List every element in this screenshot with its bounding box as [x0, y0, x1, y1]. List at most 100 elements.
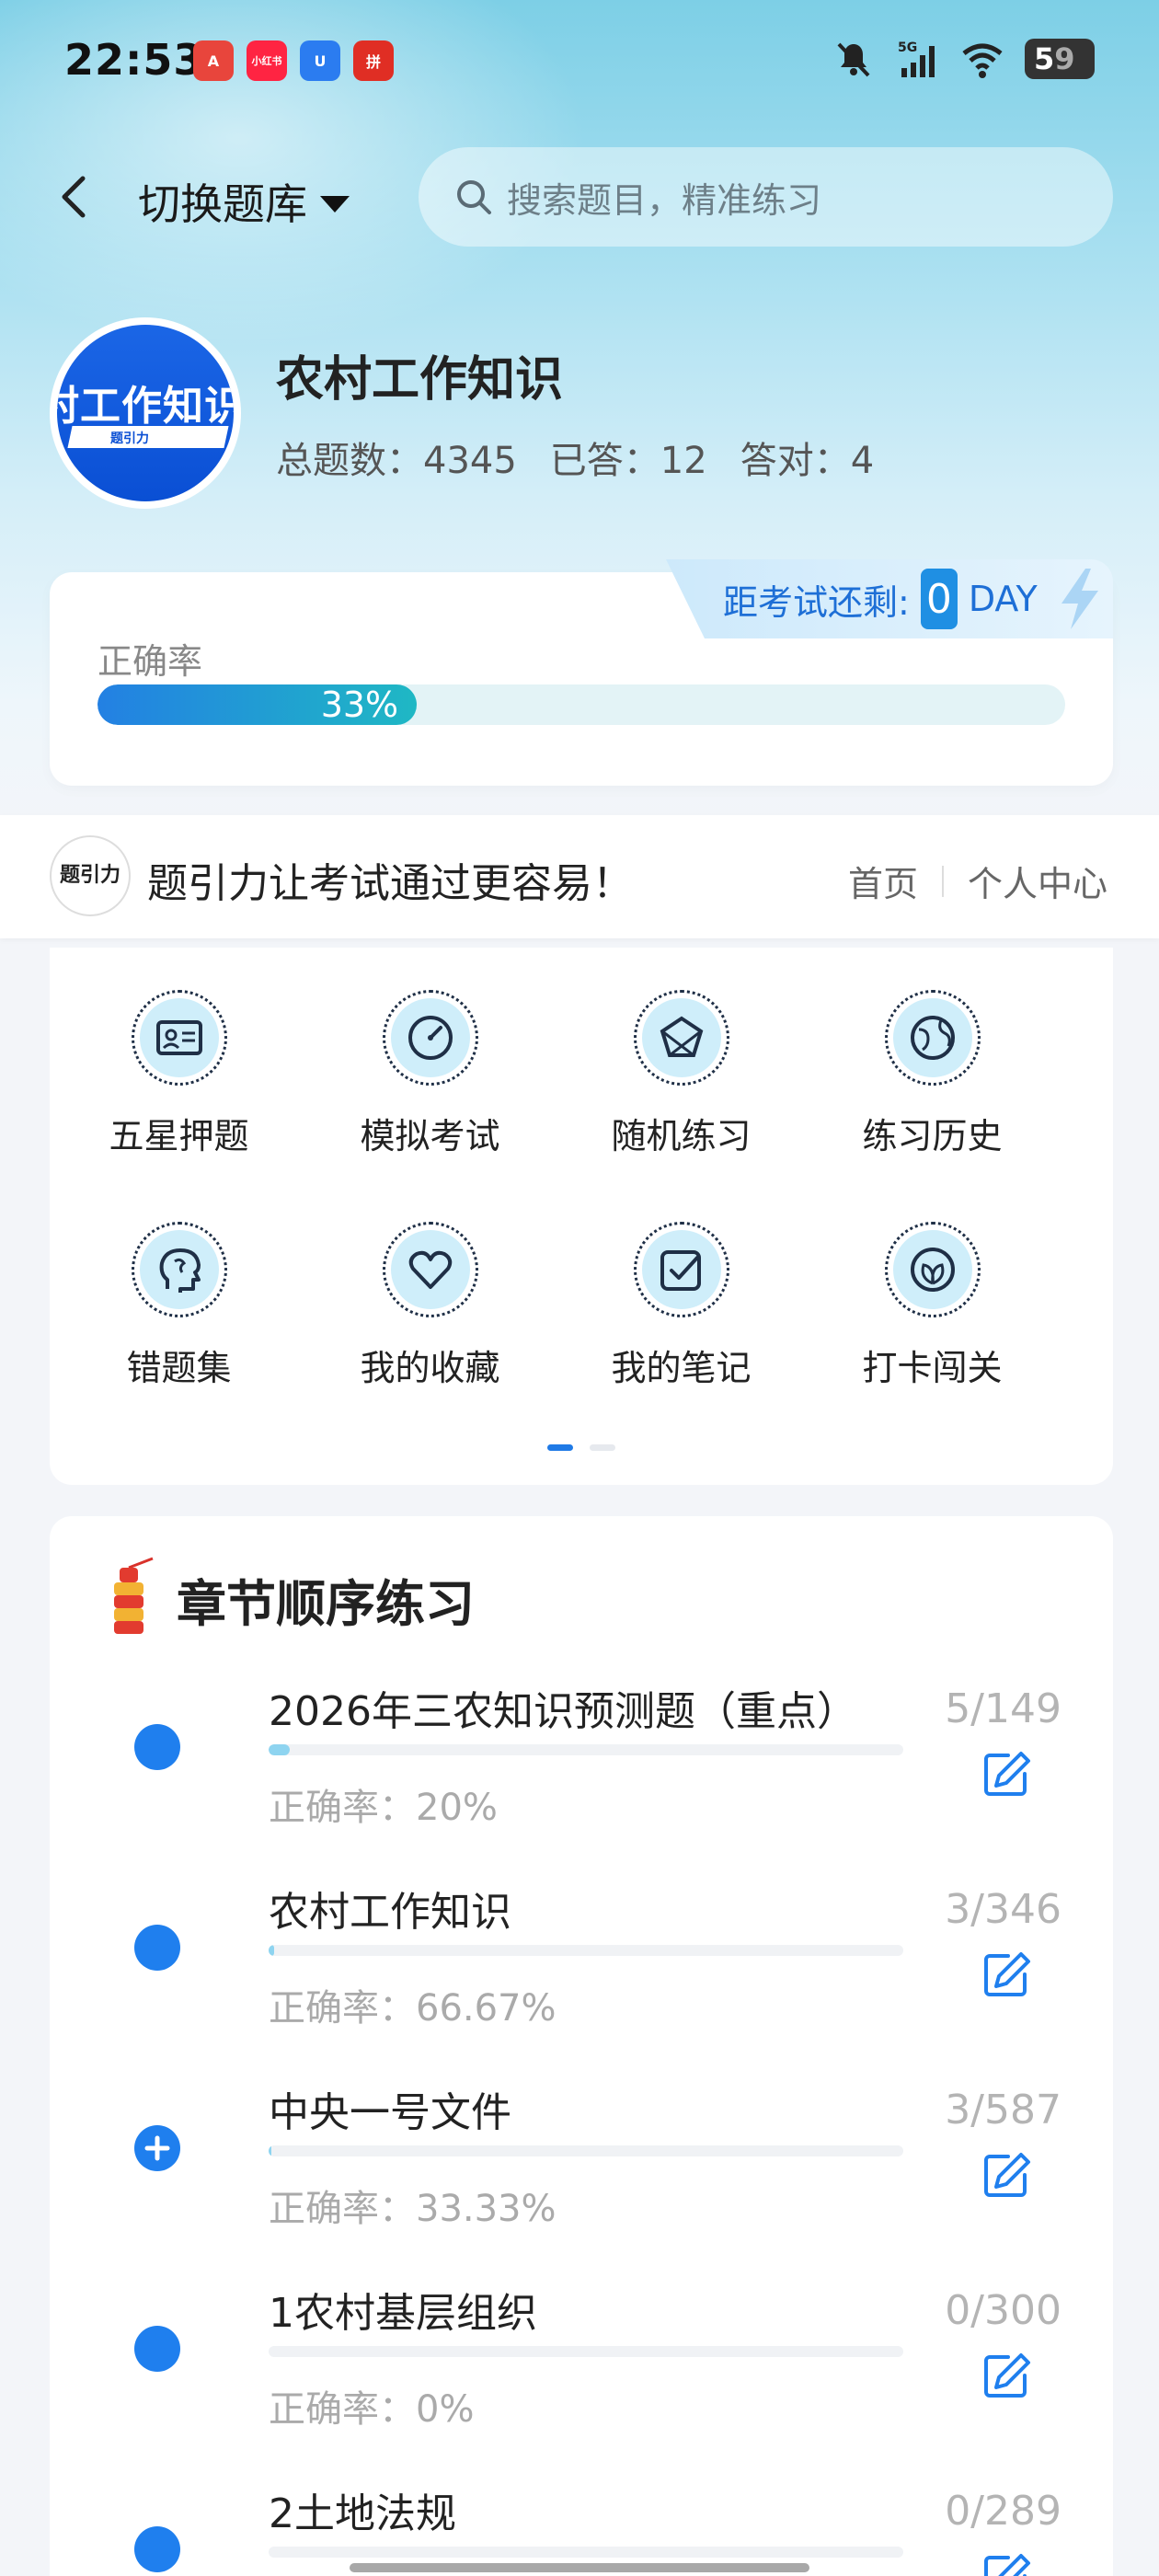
menu-item-1[interactable]: 五星押题	[53, 990, 304, 1158]
switch-bank-dropdown[interactable]: 切换题库	[138, 171, 350, 232]
app-a-icon: A	[193, 40, 234, 81]
globe-icon	[910, 1016, 955, 1060]
chapter-name: 农村工作知识	[269, 1889, 511, 1936]
bank-logo: 村工作知识 题引力	[50, 317, 241, 509]
accuracy-progress-bar: 33%	[98, 684, 1065, 725]
menu-item-label: 练习历史	[862, 1116, 1003, 1156]
accuracy-progress-fill: 33%	[98, 684, 418, 725]
svg-text:5G: 5G	[898, 40, 917, 55]
edit-icon[interactable]	[981, 1748, 1032, 1800]
status-time: 22:53	[64, 35, 204, 85]
menu-icon-ring	[633, 990, 729, 1086]
chapter-accuracy: 正确率：66.67%	[269, 1987, 557, 2030]
menu-icon-ring	[633, 1222, 729, 1317]
chapter-name: 中央一号文件	[269, 2089, 511, 2136]
chapter-count: 5/149	[945, 1685, 1061, 1732]
menu-icon-ring	[382, 1222, 478, 1317]
menu-icon-ring	[382, 990, 478, 1086]
chapter-row[interactable]: 2026年三农知识预测题（重点） 正确率：20% 5/149	[50, 1678, 1113, 1879]
app-u-icon: U	[300, 40, 340, 81]
profile-link[interactable]: 个人中心	[968, 856, 1107, 906]
chapter-count: 0/300	[945, 2287, 1061, 2334]
menu-item-7[interactable]: 我的笔记	[556, 1222, 807, 1390]
chapter-bullet	[134, 2326, 180, 2372]
accuracy-card: 距考试还剩: 0 DAY 正确率 33%	[50, 559, 1113, 786]
battery-level-rest: 9	[1054, 41, 1075, 76]
exam-countdown-days: 0	[920, 569, 958, 629]
home-link[interactable]: 首页	[848, 856, 918, 906]
chapter-row[interactable]: 农村工作知识 正确率：66.67% 3/346	[50, 1879, 1113, 2079]
battery-indicator: 59	[1025, 39, 1095, 79]
menu-item-label: 我的收藏	[360, 1348, 500, 1388]
menu-item-label: 错题集	[126, 1348, 232, 1388]
menu-item-2[interactable]: 模拟考试	[304, 990, 556, 1158]
menu-item-8[interactable]: 打卡闯关	[807, 1222, 1058, 1390]
plus-icon	[144, 2135, 170, 2161]
brand-logo-text: 题引力	[59, 864, 120, 887]
edit-icon[interactable]	[981, 2149, 1032, 2201]
chapter-name: 2土地法规	[269, 2490, 456, 2537]
back-button[interactable]	[52, 171, 96, 223]
chapter-row[interactable]: 1农村基层组织 正确率：0% 0/300	[50, 2280, 1113, 2480]
link-divider	[941, 865, 944, 897]
exam-countdown-label: 距考试还剩:	[723, 581, 910, 623]
slogan-text: 题引力让考试通过更容易！	[147, 860, 633, 907]
chapter-row[interactable]: 2土地法规 0/289	[50, 2480, 1113, 2576]
answered-count: 已答：12	[549, 440, 707, 482]
chapter-title: 章节顺序练习	[177, 1574, 475, 1633]
search-icon	[457, 180, 491, 214]
chapter-bullet	[134, 1925, 180, 1971]
menu-item-4[interactable]: 练习历史	[807, 990, 1058, 1158]
chapter-progress-fill	[269, 1744, 291, 1755]
chapter-accuracy: 正确率：33.33%	[269, 2188, 557, 2230]
slogan-banner: 题引力 题引力让考试通过更容易！ 首页 个人中心	[0, 815, 1159, 938]
menu-icon-ring	[131, 1222, 227, 1317]
total-questions: 总题数：4345	[276, 440, 517, 482]
chapter-progress-fill	[269, 1945, 275, 1956]
cellular-signal-icon: 5G	[898, 40, 935, 77]
menu-icon-ring	[884, 990, 981, 1086]
chapter-progress-bar	[269, 1945, 903, 1956]
exam-countdown-tag: 距考试还剩: 0 DAY	[666, 559, 1113, 638]
chapter-count: 0/289	[945, 2488, 1061, 2535]
menu-item-label: 随机练习	[611, 1116, 752, 1156]
chapter-name: 2026年三农知识预测题（重点）	[269, 1688, 857, 1735]
menu-item-5[interactable]: 错题集	[53, 1222, 304, 1390]
firecracker-icon	[114, 1557, 154, 1634]
chapter-name: 1农村基层组织	[269, 2290, 537, 2337]
network-icon	[660, 1016, 703, 1057]
lightning-icon	[1061, 569, 1098, 629]
brand-logo: 题引力	[50, 835, 131, 916]
accuracy-label: 正确率	[98, 641, 203, 682]
status-indicators: 5G 59	[832, 37, 1095, 81]
home-indicator[interactable]	[350, 2563, 809, 2572]
id-card-icon	[155, 1020, 202, 1055]
menu-item-label: 五星押题	[109, 1116, 249, 1156]
bank-logo-subtext: 题引力	[110, 431, 149, 446]
feature-menu: 五星押题 模拟考试 随机练习 练习历史错题集 我的收藏 我的笔记 打卡闯关	[50, 948, 1113, 1485]
menu-item-6[interactable]: 我的收藏	[304, 1222, 556, 1390]
edit-icon[interactable]	[981, 1949, 1032, 2000]
chapter-count: 3/587	[945, 2087, 1061, 2133]
menu-icon-ring	[131, 990, 227, 1086]
menu-icon-ring	[884, 1222, 981, 1317]
edit-icon[interactable]	[981, 2550, 1032, 2576]
edit-icon[interactable]	[981, 2350, 1032, 2401]
menu-item-3[interactable]: 随机练习	[556, 990, 807, 1158]
search-input[interactable]: 搜索题目，精准练习	[419, 147, 1113, 247]
expand-toggle[interactable]	[134, 2125, 180, 2171]
app-pdd-icon: 拼	[353, 40, 394, 81]
chapter-bullet	[134, 2526, 180, 2572]
head-icon	[159, 1248, 201, 1293]
page-dot-active	[547, 1444, 573, 1451]
chapter-row[interactable]: 中央一号文件正确率：33.33% 3/587	[50, 2079, 1113, 2280]
mute-bell-icon	[837, 42, 870, 77]
wifi-icon	[962, 43, 1003, 78]
chapter-progress-fill	[269, 2145, 272, 2156]
app-xiaohongshu-icon: 小红书	[247, 40, 287, 81]
chapter-accuracy: 正确率：20%	[269, 1787, 498, 1829]
speedometer-icon	[407, 1016, 453, 1060]
bank-logo-text: 村工作知识	[57, 383, 234, 430]
accuracy-value: 33%	[320, 684, 399, 725]
menu-item-label: 打卡闯关	[862, 1348, 1003, 1388]
